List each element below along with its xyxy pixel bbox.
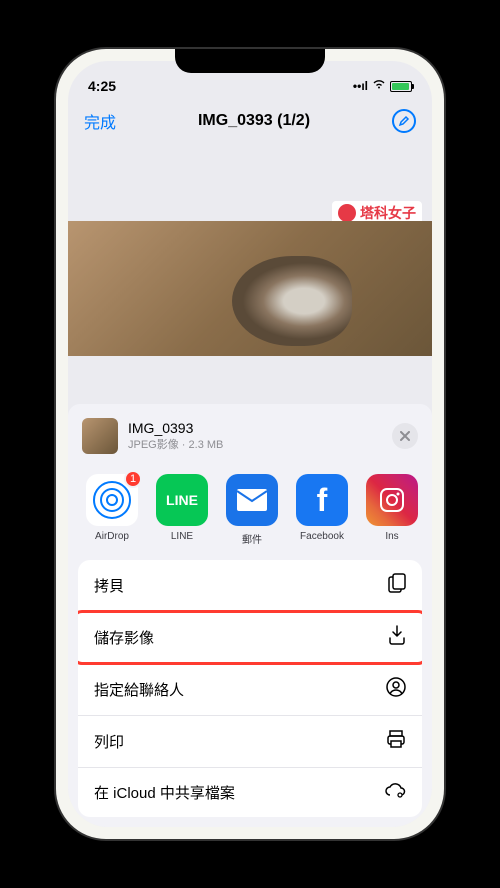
share-filename: IMG_0393 (128, 420, 382, 436)
copy-action[interactable]: 拷貝 (78, 560, 422, 612)
share-sheet: IMG_0393 JPEG影像 · 2.3 MB 1 AirDrop (68, 404, 432, 827)
contact-icon (386, 677, 406, 702)
page-title: IMG_0393 (1/2) (198, 112, 310, 130)
share-apps-row[interactable]: 1 AirDrop LINE LINE 郵件 f Facebook (68, 468, 432, 560)
share-file-info: IMG_0393 JPEG影像 · 2.3 MB (128, 420, 382, 452)
airdrop-icon: 1 (86, 474, 138, 526)
signal-icon: ••ıl (353, 79, 368, 93)
screen: 4:25 ••ıl 完成 IMG_0393 (1/2) 塔科女子 (68, 61, 432, 827)
watermark-text: 塔科女子 (360, 203, 416, 223)
icloud-share-action[interactable]: 在 iCloud 中共享檔案 (78, 768, 422, 817)
instagram-app[interactable]: Ins (366, 474, 418, 546)
watermark-avatar-icon (338, 204, 356, 222)
notch (175, 49, 325, 73)
print-action[interactable]: 列印 (78, 716, 422, 768)
action-label: 儲存影像 (94, 627, 154, 648)
copy-icon (388, 573, 406, 598)
action-label: 在 iCloud 中共享檔案 (94, 782, 235, 803)
mail-app[interactable]: 郵件 (226, 474, 278, 546)
phone-frame: 4:25 ••ıl 完成 IMG_0393 (1/2) 塔科女子 (56, 49, 444, 839)
share-thumbnail (82, 418, 118, 454)
print-icon (386, 729, 406, 754)
nav-bar: 完成 IMG_0393 (1/2) (68, 101, 432, 141)
battery-icon (390, 81, 412, 92)
markup-button[interactable] (392, 109, 416, 133)
instagram-icon (366, 474, 418, 526)
app-label: 郵件 (242, 531, 262, 546)
mail-icon (226, 474, 278, 526)
app-label: AirDrop (95, 531, 129, 542)
app-label: Facebook (300, 531, 344, 542)
status-indicators: ••ıl (353, 79, 412, 93)
facebook-app[interactable]: f Facebook (296, 474, 348, 546)
save-image-action[interactable]: 儲存影像 (78, 612, 422, 664)
close-button[interactable] (392, 423, 418, 449)
cloud-person-icon (384, 781, 406, 804)
app-label: Ins (385, 531, 398, 542)
action-label: 列印 (94, 731, 124, 752)
share-file-meta: JPEG影像 · 2.3 MB (128, 436, 382, 452)
app-label: LINE (171, 531, 193, 542)
facebook-icon: f (296, 474, 348, 526)
wifi-icon (372, 79, 386, 93)
line-icon: LINE (156, 474, 208, 526)
assign-contact-action[interactable]: 指定給聯絡人 (78, 664, 422, 716)
done-button[interactable]: 完成 (84, 109, 116, 133)
download-icon (388, 625, 406, 650)
preview-image (68, 221, 432, 356)
share-header: IMG_0393 JPEG影像 · 2.3 MB (68, 418, 432, 468)
badge-icon: 1 (124, 470, 142, 488)
action-label: 指定給聯絡人 (94, 679, 184, 700)
status-time: 4:25 (88, 78, 116, 94)
line-app[interactable]: LINE LINE (156, 474, 208, 546)
action-label: 拷貝 (94, 575, 124, 596)
airdrop-app[interactable]: 1 AirDrop (86, 474, 138, 546)
action-list: 拷貝 儲存影像 指定給聯絡人 (78, 560, 422, 817)
image-preview-area[interactable]: 塔科女子 (68, 141, 432, 356)
